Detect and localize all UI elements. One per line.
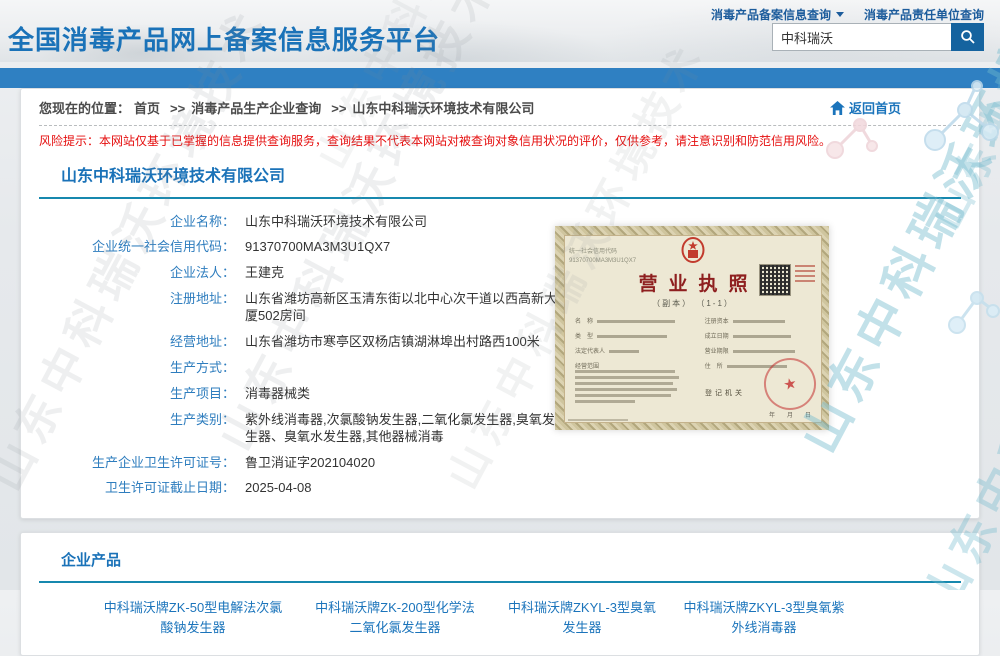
license-field-label: 成立日期: [705, 334, 729, 340]
field-value: 消毒器械类: [245, 386, 310, 403]
license-field-label: 住 所: [705, 364, 723, 370]
products-panel: 企业产品 中科瑞沃牌ZK-50型电解法次氯酸钠发生器 中科瑞沃牌ZK-200型化…: [20, 532, 980, 655]
field-value: 山东中科瑞沃环境技术有限公司: [245, 214, 427, 231]
search-button[interactable]: [951, 23, 984, 51]
license-credit-code: 统一社会信用代码 91370700MA3M3U1QX7: [569, 248, 636, 266]
top-banner: 全国消毒产品网上备案信息服务平台 消毒产品备案信息查询 消毒产品责任单位查询: [0, 0, 1000, 62]
search-input[interactable]: [772, 23, 951, 51]
field-row-license-expiry: 卫生许可证截止日期： 2025-04-08: [39, 480, 961, 497]
product-list: 中科瑞沃牌ZK-50型电解法次氯酸钠发生器 中科瑞沃牌ZK-200型化学法二氧化…: [39, 598, 961, 638]
license-inner-frame: 统一社会信用代码 91370700MA3M3U1QX7 营业执照 （副本） （: [564, 235, 822, 423]
company-title: 山东中科瑞沃环境技术有限公司: [61, 162, 961, 186]
breadcrumb-home[interactable]: 首页: [134, 101, 160, 116]
field-label: 企业名称：: [39, 214, 235, 231]
search-bar: [772, 23, 984, 51]
qr-code: [759, 264, 791, 296]
license-field-label: 名 称: [575, 319, 593, 325]
site-title: 全国消毒产品网上备案信息服务平台: [8, 20, 440, 57]
breadcrumb-current: 山东中科瑞沃环境技术有限公司: [352, 101, 534, 116]
breadcrumb-separator: >>: [331, 101, 346, 116]
license-date: 年 月 日: [769, 410, 811, 419]
license-registrar-label: 登记机关: [705, 388, 745, 398]
chevron-down-icon: [836, 12, 844, 17]
field-label: 生产企业卫生许可证号：: [39, 455, 235, 472]
license-copy-number: （1-1）: [696, 299, 734, 308]
qr-side-text: [795, 265, 815, 285]
license-field-label: 营业期限: [705, 349, 729, 355]
license-code-label: 统一社会信用代码: [569, 248, 636, 257]
license-field-label: 注册资本: [705, 319, 729, 325]
field-value: 鲁卫消证字202104020: [245, 455, 375, 472]
field-label: 企业法人：: [39, 265, 235, 282]
license-subtitle: （副本） （1-1）: [565, 298, 821, 309]
product-link[interactable]: 中科瑞沃牌ZKYL-3型臭氧发生器: [507, 598, 657, 638]
national-emblem-icon: [681, 237, 705, 269]
field-label: 注册地址：: [39, 291, 235, 325]
field-label: 企业统一社会信用代码：: [39, 239, 235, 256]
license-copy-type: （副本）: [652, 299, 692, 308]
field-value: 紫外线消毒器,次氯酸钠发生器,二氧化氯发生器,臭氧发生器、臭氧水发生器,其他器械…: [245, 412, 567, 446]
company-detail-panel: 您现在的位置： 首页 >> 消毒产品生产企业查询 >> 山东中科瑞沃环境技术有限公司 返回…: [20, 88, 980, 519]
home-icon: [830, 101, 845, 115]
company-details: 企业名称： 山东中科瑞沃环境技术有限公司 企业统一社会信用代码： 9137070…: [39, 214, 961, 511]
breadcrumb-prefix: 您现在的位置：: [39, 101, 130, 116]
nav-record-info-label: 消毒产品备案信息查询: [711, 6, 831, 23]
field-value: 山东省潍坊高新区玉清东街以北中心次干道以西高新大厦502房间: [245, 291, 567, 325]
breadcrumb-separator: >>: [170, 101, 185, 116]
risk-tip: 风险提示：本网站仅基于已掌握的信息提供查询服务，查询结果不代表本网站对被查询对象…: [39, 134, 961, 150]
business-license-image: 统一社会信用代码 91370700MA3M3U1QX7 营业执照 （副本） （: [555, 226, 829, 430]
risk-tip-label: 风险提示：: [39, 134, 99, 148]
field-label: 生产类别：: [39, 412, 235, 446]
license-field-label: 类 型: [575, 334, 593, 340]
field-value: 山东省潍坊市寒亭区双杨店镇湖淋埠出村路西100米: [245, 334, 540, 351]
field-value: 2025-04-08: [245, 480, 312, 497]
nav-responsible-unit-label: 消毒产品责任单位查询: [864, 6, 984, 23]
back-home-label: 返回首页: [849, 98, 901, 117]
breadcrumb-enterprise-query[interactable]: 消毒产品生产企业查询: [191, 101, 321, 116]
license-field-label: 法定代表人: [575, 349, 605, 355]
teal-rule: [39, 197, 961, 199]
product-link[interactable]: 中科瑞沃牌ZK-200型化学法二氧化氯发生器: [309, 598, 481, 638]
field-label: 生产方式：: [39, 360, 235, 377]
field-row-hygiene-license-no: 生产企业卫生许可证号： 鲁卫消证字202104020: [39, 455, 961, 472]
top-nav: 消毒产品备案信息查询 消毒产品责任单位查询: [711, 6, 984, 23]
field-value: 王建克: [245, 265, 284, 282]
nav-responsible-unit-query[interactable]: 消毒产品责任单位查询: [864, 6, 984, 23]
product-link[interactable]: 中科瑞沃牌ZKYL-3型臭氧紫外线消毒器: [683, 598, 845, 638]
product-link[interactable]: 中科瑞沃牌ZK-50型电解法次氯酸钠发生器: [103, 598, 283, 638]
back-home-link[interactable]: 返回首页: [830, 98, 901, 117]
license-code-value: 91370700MA3M3U1QX7: [569, 257, 636, 266]
dashed-divider: [39, 125, 961, 126]
nav-record-info-query[interactable]: 消毒产品备案信息查询: [711, 6, 844, 23]
field-value: 91370700MA3M3U1QX7: [245, 239, 390, 256]
license-footer-text: [568, 419, 628, 421]
company-section: 山东中科瑞沃环境技术有限公司 企业名称： 山东中科瑞沃环境技术有限公司 企业统一…: [39, 162, 961, 511]
field-label: 经营地址：: [39, 334, 235, 351]
field-label: 生产项目：: [39, 386, 235, 403]
breadcrumb: 您现在的位置： 首页 >> 消毒产品生产企业查询 >> 山东中科瑞沃环境技术有限公司: [39, 98, 538, 117]
search-icon: [960, 29, 976, 45]
blue-divider-band: [0, 68, 1000, 88]
risk-tip-text: 本网站仅基于已掌握的信息提供查询服务，查询结果不代表本网站对被查询对象信用状况的…: [99, 134, 831, 148]
teal-rule: [39, 581, 961, 583]
products-title: 企业产品: [61, 549, 961, 570]
field-label: 卫生许可证截止日期：: [39, 480, 235, 497]
